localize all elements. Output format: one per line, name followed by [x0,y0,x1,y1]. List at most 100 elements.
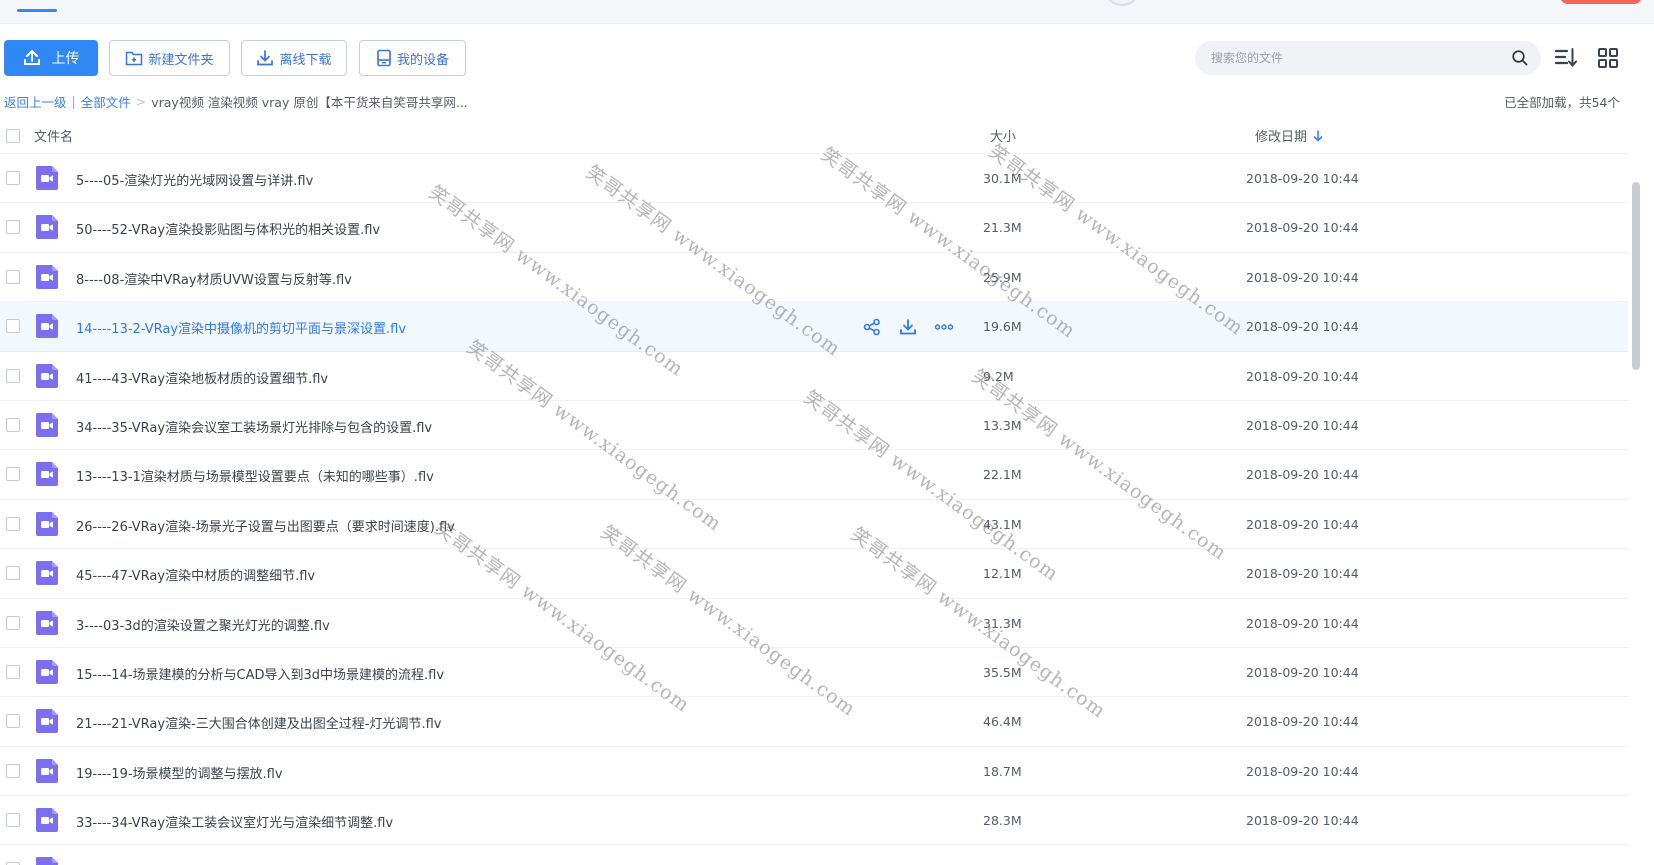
row-checkbox[interactable] [6,763,20,778]
video-file-icon [36,462,58,487]
all-files-link[interactable]: 全部文件 [81,92,131,111]
row-actions [860,315,956,339]
back-link[interactable]: 返回上一级 [4,92,67,111]
video-file-icon [36,166,58,190]
video-file-icon [36,363,58,388]
offline-download-button[interactable]: 离线下载 [241,40,347,76]
row-checkbox[interactable] [6,615,20,630]
file-name[interactable]: 26----26-VRay渲染-场景光子设置与出图要点（要求时间速度).flv [76,516,455,535]
row-checkbox[interactable] [6,220,20,235]
my-devices-label: 我的设备 [396,52,449,68]
share-button[interactable] [860,315,884,339]
row-download-button[interactable] [896,315,920,339]
sort-icon[interactable] [1554,46,1578,70]
file-date: 2018-09-20 10:44 [1246,368,1359,384]
row-checkbox[interactable] [6,269,20,284]
table-row[interactable]: 3----03-3d的渲染设置之聚光灯光的调整.flv 31.3M 2018-0… [0,599,1628,648]
table-row[interactable]: 45----47-VRay渲染中材质的调整细节.flv 12.1M 2018-0… [0,549,1628,599]
table-row[interactable]: 14----13-2-VRay渲染中摄像机的剪切平面与景深设置.flv 19.6… [0,302,1628,352]
device-icon [377,49,391,67]
row-checkbox[interactable] [6,813,20,828]
row-checkbox[interactable] [6,516,20,531]
video-file-icon [36,215,58,240]
video-file-icon [36,412,58,437]
file-date: 2018-09-20 10:44 [1246,319,1359,335]
table-row[interactable]: 19----19-场景模型的调整与摆放.flv 18.7M 2018-09-20… [0,747,1628,797]
top-action-button[interactable] [1560,0,1642,4]
upload-button[interactable]: 上传 [4,40,98,76]
video-file-icon [36,314,58,339]
search-box [1195,41,1541,75]
file-size: 19.6M [983,319,1022,335]
row-checkbox[interactable] [6,319,20,334]
table-row[interactable] [0,845,1628,865]
file-name[interactable]: 19----19-场景模型的调整与摆放.flv [76,763,283,782]
grid-view-icon[interactable] [1596,46,1620,70]
row-checkbox[interactable] [6,368,20,383]
file-name[interactable]: 3----03-3d的渲染设置之聚光灯光的调整.flv [76,615,330,634]
table-row[interactable]: 5----05-渲染灯光的光域网设置与详讲.flv 30.1M 2018-09-… [0,154,1628,204]
file-manager-window: 上传 新建文件夹 离线下载 我的设备 搜索您的文件 返回上一级 | 全部文件 >… [0,0,1654,865]
video-file-icon [36,857,58,865]
table-row[interactable]: 21----21-VRay渲染-三大围合体创建及出图全过程-灯光调节.flv 4… [0,697,1628,747]
table-row[interactable]: 8----08-渲染中VRay材质UVW设置与反射等.flv 25.9M 201… [0,253,1628,303]
file-name[interactable]: 33----34-VRay渲染工装会议室灯光与渲染细节调整.flv [76,812,393,831]
scrollbar-thumb[interactable] [1632,182,1640,370]
search-icon[interactable] [1511,49,1529,67]
table-row[interactable]: 34----35-VRay渲染会议室工装场景灯光排除与包含的设置.flv 13.… [0,401,1628,451]
share-icon [863,318,880,336]
table-row[interactable]: 13----13-1渲染材质与场景模型设置要点（未知的哪些事）.flv 22.1… [0,450,1628,500]
file-size: 28.3M [983,813,1022,829]
row-checkbox[interactable] [6,467,20,482]
file-name[interactable]: 50----52-VRay渲染投影贴图与体积光的相关设置.flv [76,219,380,238]
video-file-icon [36,511,58,536]
header-date[interactable]: 修改日期 [1255,126,1323,145]
file-date: 2018-09-20 10:44 [1246,171,1359,186]
file-name[interactable]: 15----14-场景建模的分析与CAD导入到3d中场景建模的流程.flv [76,664,444,683]
row-checkbox[interactable] [6,566,20,581]
file-date: 2018-09-20 10:44 [1246,417,1359,433]
new-folder-button[interactable]: 新建文件夹 [109,40,230,76]
breadcrumb-arrow: > [135,93,147,109]
my-devices-button[interactable]: 我的设备 [359,40,466,76]
table-row[interactable]: 15----14-场景建模的分析与CAD导入到3d中场景建模的流程.flv 35… [0,648,1628,698]
row-checkbox[interactable] [6,171,20,185]
file-list: 5----05-渲染灯光的光域网设置与详讲.flv 30.1M 2018-09-… [0,154,1628,865]
row-checkbox[interactable] [6,714,20,729]
file-name[interactable]: 41----43-VRay渲染地板材质的设置细节.flv [76,368,328,387]
file-size: 12.1M [983,566,1022,582]
header-name[interactable]: 文件名 [34,126,73,145]
file-size: 22.1M [983,467,1022,483]
file-name[interactable]: 5----05-渲染灯光的光域网设置与详讲.flv [76,170,313,189]
file-name[interactable]: 45----47-VRay渲染中材质的调整细节.flv [76,565,315,584]
header-date-label: 修改日期 [1255,130,1308,145]
table-row[interactable]: 41----43-VRay渲染地板材质的设置细节.flv 9.2M 2018-0… [0,352,1628,401]
breadcrumb-separator: | [71,93,76,109]
loaded-status: 已全部加载，共54个 [1504,95,1620,110]
more-button[interactable] [932,315,956,339]
file-date: 2018-09-20 10:44 [1246,615,1359,631]
offline-download-label: 离线下载 [279,52,332,68]
header-size[interactable]: 大小 [990,126,1016,145]
file-name[interactable]: 21----21-VRay渲染-三大围合体创建及出图全过程-灯光调节.flv [76,713,441,732]
new-folder-icon [126,51,143,66]
table-row[interactable]: 26----26-VRay渲染-场景光子设置与出图要点（要求时间速度).flv … [0,500,1628,550]
table-row[interactable]: 50----52-VRay渲染投影贴图与体积光的相关设置.flv 21.3M 2… [0,203,1628,253]
file-size: 25.9M [983,269,1022,285]
file-name[interactable]: 34----35-VRay渲染会议室工装场景灯光排除与包含的设置.flv [76,417,432,436]
active-tab-indicator[interactable] [17,9,57,12]
avatar[interactable] [1106,0,1138,6]
row-checkbox[interactable] [6,417,20,432]
video-file-icon [36,264,58,289]
select-all-checkbox[interactable] [6,129,20,143]
file-name[interactable]: 13----13-1渲染材质与场景模型设置要点（未知的哪些事）.flv [76,466,434,485]
video-file-icon [36,659,58,684]
table-row[interactable]: 33----34-VRay渲染工装会议室灯光与渲染细节调整.flv 28.3M … [0,796,1628,846]
video-file-icon [36,808,58,833]
file-size: 9.2M [983,368,1014,384]
file-name[interactable]: 14----13-2-VRay渲染中摄像机的剪切平面与景深设置.flv [76,318,406,337]
sort-desc-arrow-icon [1313,129,1323,142]
search-input[interactable] [1211,51,1511,65]
row-checkbox[interactable] [6,664,20,679]
file-name[interactable]: 8----08-渲染中VRay材质UVW设置与反射等.flv [76,269,352,288]
